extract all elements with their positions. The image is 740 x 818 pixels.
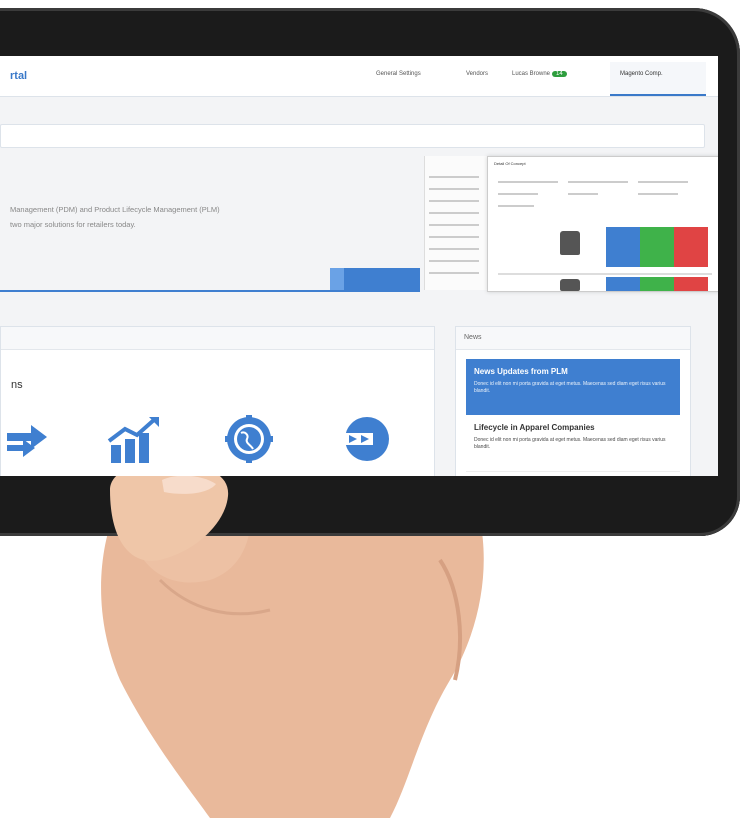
news-item-2-body: Donec id elit non mi porta gravida at eg… [474, 437, 666, 450]
news-item-1-body: Donec id elit non mi porta gravida at eg… [474, 381, 666, 394]
nav-vendors[interactable]: Vendors [466, 71, 488, 77]
hero-description: Management (PDM) and Product Lifecycle M… [10, 202, 220, 232]
tablet-screen: rtal General Settings Vendors Lucas Brow… [0, 56, 718, 476]
news-panel: News News Updates from PLM Donec id elit… [455, 326, 691, 476]
swatch-green [640, 227, 674, 267]
nav-general-settings[interactable]: General Settings [376, 71, 421, 77]
features-panel: ns [0, 326, 435, 476]
swatch-red [674, 227, 708, 267]
features-panel-header [1, 327, 434, 350]
mockup-detail-panel: Detail Of Concept [487, 156, 718, 292]
top-navbar: rtal General Settings Vendors Lucas Brow… [0, 56, 718, 97]
notification-badge: 14 [552, 71, 567, 77]
portal-brand[interactable]: rtal [10, 70, 27, 82]
hero-underline [0, 290, 420, 292]
features-heading: ns [11, 379, 23, 391]
company-label: Magento Comp. [620, 71, 663, 77]
tshirt-thumbnail-2 [560, 279, 580, 291]
news-item-1[interactable]: News Updates from PLM Donec id elit non … [466, 359, 680, 415]
news-item-1-headline: News Updates from PLM [474, 367, 568, 376]
mockup-title: Detail Of Concept [494, 161, 526, 166]
user-name: Lucas Browne [512, 71, 551, 77]
nav-user[interactable]: Lucas Browne 14 [512, 71, 567, 77]
shuffle-icon[interactable] [1, 415, 61, 465]
hero-accent-block-light [330, 268, 344, 292]
swatch-blue [606, 227, 640, 267]
product-mockup: Detail Of Concept [424, 156, 718, 292]
news-item-2[interactable]: Lifecycle in Apparel Companies Donec id … [466, 415, 680, 472]
globe-gear-icon[interactable] [219, 415, 279, 465]
arrow-circle-icon[interactable] [335, 415, 395, 465]
nav-company-tab[interactable]: Magento Comp. [610, 62, 706, 96]
hero-line-2: two major solutions for retailers today. [10, 220, 136, 229]
news-title: News [464, 334, 482, 341]
tshirt-thumbnail [560, 231, 580, 255]
news-item-2-headline: Lifecycle in Apparel Companies [474, 423, 595, 432]
growth-chart-icon[interactable] [105, 415, 165, 465]
news-panel-header: News [456, 327, 690, 350]
hero-line-1: Management (PDM) and Product Lifecycle M… [10, 205, 220, 214]
photo-scene: rtal General Settings Vendors Lucas Brow… [0, 0, 740, 818]
search-bar[interactable] [0, 124, 705, 148]
